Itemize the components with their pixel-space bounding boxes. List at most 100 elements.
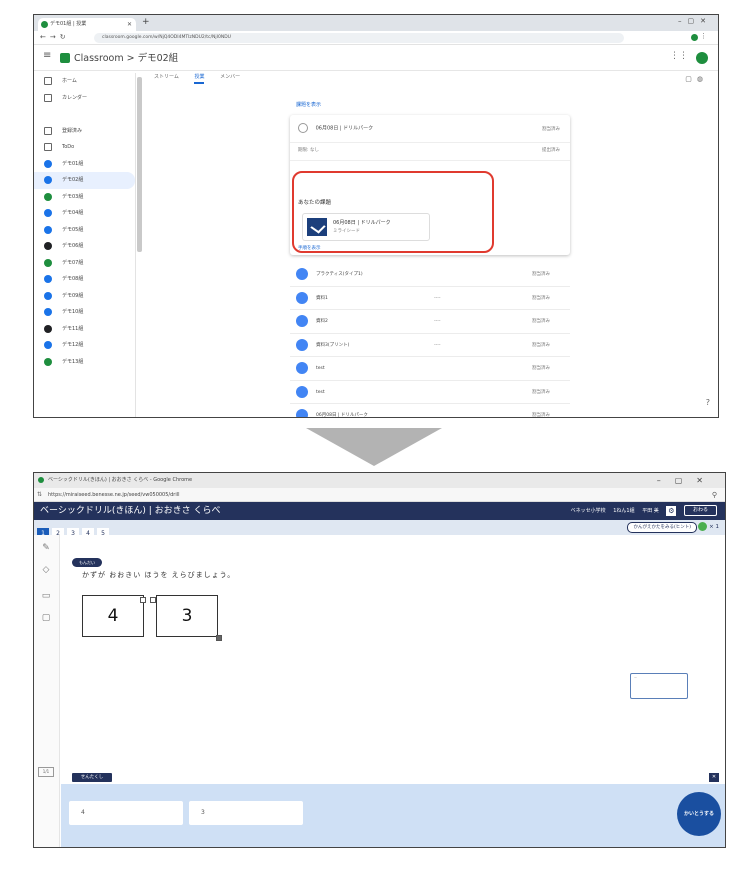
sidebar-item[interactable]: デモ02組: [34, 172, 135, 189]
material-name: 資料1: [316, 295, 328, 301]
avatar[interactable]: [696, 52, 708, 64]
class-avatar-icon: [44, 209, 52, 217]
sidebar-item[interactable]: 登録済み: [34, 123, 135, 140]
sidebar-scrollbar[interactable]: [137, 77, 142, 252]
chrome-favicon-icon: [38, 477, 44, 483]
sidebar-item[interactable]: デモ01組: [34, 156, 135, 173]
assignment-status: 割当済み: [542, 127, 560, 132]
browser-address-bar: ←→↻ classroom.google.com/w/NjQ4ODI4MTIzN…: [34, 31, 718, 45]
material-row[interactable]: test 割当済み: [290, 381, 570, 404]
tab-close-icon[interactable]: ✕: [127, 18, 132, 31]
answer-option-2[interactable]: 3: [189, 801, 303, 825]
tab-title: デモ01組 | 授業: [50, 21, 87, 27]
view-assignment-link[interactable]: 課題を表示: [296, 101, 321, 108]
sidebar-item-label: デモ07組: [62, 259, 84, 266]
sidebar-item[interactable]: デモ10組: [34, 304, 135, 321]
material-detail: ----: [434, 319, 441, 324]
note-card[interactable]: ー: [630, 673, 688, 699]
material-status: 割当済み: [532, 319, 550, 324]
question-number-button[interactable]: 3: [67, 528, 79, 539]
sidebar-item[interactable]: ホーム: [34, 73, 135, 90]
menu-icon[interactable]: ⋮: [700, 32, 710, 40]
material-status: 割当済み: [532, 366, 550, 371]
material-row[interactable]: 資料2 ---- 割当済み: [290, 310, 570, 334]
sidebar-item[interactable]: デモ09組: [34, 288, 135, 305]
class-avatar-icon: [44, 176, 52, 184]
tab-stream[interactable]: ストリーム: [154, 73, 179, 82]
material-list: プラクティス(タイプ1) 割当済み 資料1 ---- 割当済み 資料2 ---- 割当済み 資料…: [290, 263, 570, 417]
url-field[interactable]: https://miraiseed.benesse.ne.jp/seed/vw0…: [48, 492, 180, 498]
sidebar-item[interactable]: デモ04組: [34, 205, 135, 222]
assignment-title: 06月08日 | ドリルパーク: [315, 125, 374, 132]
sidebar-item[interactable]: デモ11組: [34, 321, 135, 338]
sidebar-item[interactable]: デモ05組: [34, 222, 135, 239]
answer-option-1[interactable]: 4: [69, 801, 183, 825]
highlight-annotation: [292, 171, 494, 253]
sidebar-item-label: カレンダー: [62, 94, 88, 101]
sidebar-item[interactable]: デモ12組: [34, 337, 135, 354]
question-number-button[interactable]: 5: [97, 528, 109, 539]
profile-icon[interactable]: [691, 34, 698, 41]
answer-choices-tag: せんたくし: [72, 773, 112, 782]
app-title[interactable]: Classroom > デモ02組: [74, 50, 178, 64]
sidebar-item[interactable]: デモ06組: [34, 238, 135, 255]
sidebar-item[interactable]: ToDo: [34, 139, 135, 156]
help-icon[interactable]: ?: [706, 398, 710, 407]
hint-button[interactable]: かんがえかたをみる(ヒント): [627, 522, 697, 533]
page-indicator[interactable]: 1/1: [38, 767, 54, 777]
class-avatar-icon: [44, 275, 52, 283]
material-row[interactable]: 資料3(プリント) ---- 割当済み: [290, 334, 570, 357]
number-card-right[interactable]: 3: [156, 595, 218, 637]
sidebar-item-label: デモ03組: [62, 193, 84, 200]
material-row[interactable]: プラクティス(タイプ1) 割当済み: [290, 263, 570, 287]
card-icon[interactable]: ▭: [39, 591, 53, 601]
question-number-bar: 12345 かんがえかたをみる(ヒント) × 1: [34, 520, 725, 539]
tab-classwork[interactable]: 授業: [194, 73, 205, 84]
site-info-icon[interactable]: ⇅: [37, 488, 42, 502]
nav-buttons-icon[interactable]: ←→↻: [40, 33, 70, 41]
material-row[interactable]: 資料1 ---- 割当済み: [290, 287, 570, 310]
settings-gear-icon[interactable]: ⚙: [666, 505, 677, 516]
window-title: ベーシックドリル(きほん) | おおきさ くらべ - Google Chrome: [48, 477, 193, 483]
apps-grid-icon[interactable]: ⋮⋮: [670, 51, 688, 61]
material-status: 割当済み: [532, 272, 550, 277]
school-name: ベネッセ小学校: [570, 508, 606, 514]
material-row[interactable]: 06月08日 | ドリルパーク 割当済み: [290, 404, 570, 417]
new-tab-icon[interactable]: +: [142, 17, 150, 27]
sidebar-item[interactable]: カレンダー: [34, 90, 135, 107]
class-avatar-icon: [44, 258, 52, 267]
sidebar-item[interactable]: デモ03組: [34, 189, 135, 206]
question-tag: もんだい: [72, 558, 102, 567]
assignment-row[interactable]: 06月08日 | ドリルパーク: [298, 123, 373, 133]
question-text: かずが おおきい ほうを えらびましょう。: [82, 571, 236, 579]
number-card-left[interactable]: 4: [82, 595, 144, 637]
sidebar-item[interactable]: デモ13組: [34, 354, 135, 371]
collapse-icon[interactable]: ✕: [709, 773, 719, 782]
url-field[interactable]: classroom.google.com/w/NjQ4ODI4MTIzNDU2/…: [94, 33, 624, 43]
eraser-icon[interactable]: ◇: [39, 565, 53, 575]
graded-status: 提出済み: [542, 148, 560, 153]
drill-app-bar: ベーシックドリル(きほん) | おおきさ くらべ ベネッセ小学校 1ねん1組 平…: [34, 502, 725, 520]
resize-handle-icon[interactable]: [140, 597, 146, 603]
screen-icon[interactable]: ▢: [39, 613, 53, 623]
tab-people[interactable]: メンバー: [220, 73, 240, 82]
sidebar-item-label: ToDo: [62, 144, 75, 150]
end-button[interactable]: おわる: [683, 505, 717, 516]
browser-tab[interactable]: デモ01組 | 授業 ✕: [38, 18, 136, 31]
sidebar-item[interactable]: デモ07組: [34, 255, 135, 272]
pen-icon[interactable]: ✎: [39, 543, 53, 553]
sidebar-item[interactable]: デモ08組: [34, 271, 135, 288]
window-controls[interactable]: –▢✕: [657, 473, 717, 488]
window-titlebar: ベーシックドリル(きほん) | おおきさ くらべ - Google Chrome…: [34, 473, 725, 488]
hamburger-menu-icon[interactable]: ≡: [43, 50, 51, 61]
answer-area: 4 3 かいとうする: [61, 784, 725, 847]
window-controls[interactable]: –▢✕: [678, 17, 712, 25]
resize-handle-icon[interactable]: [216, 635, 222, 641]
resize-handle-icon[interactable]: [150, 597, 156, 603]
material-row[interactable]: test 割当済み: [290, 357, 570, 381]
calendar-drive-icon[interactable]: ▢◍: [685, 75, 708, 83]
zoom-icon[interactable]: ⚲: [712, 488, 717, 502]
question-number-button[interactable]: 4: [82, 528, 94, 539]
submit-button[interactable]: かいとうする: [677, 792, 721, 836]
sidebar-item-label: デモ11組: [62, 325, 84, 332]
